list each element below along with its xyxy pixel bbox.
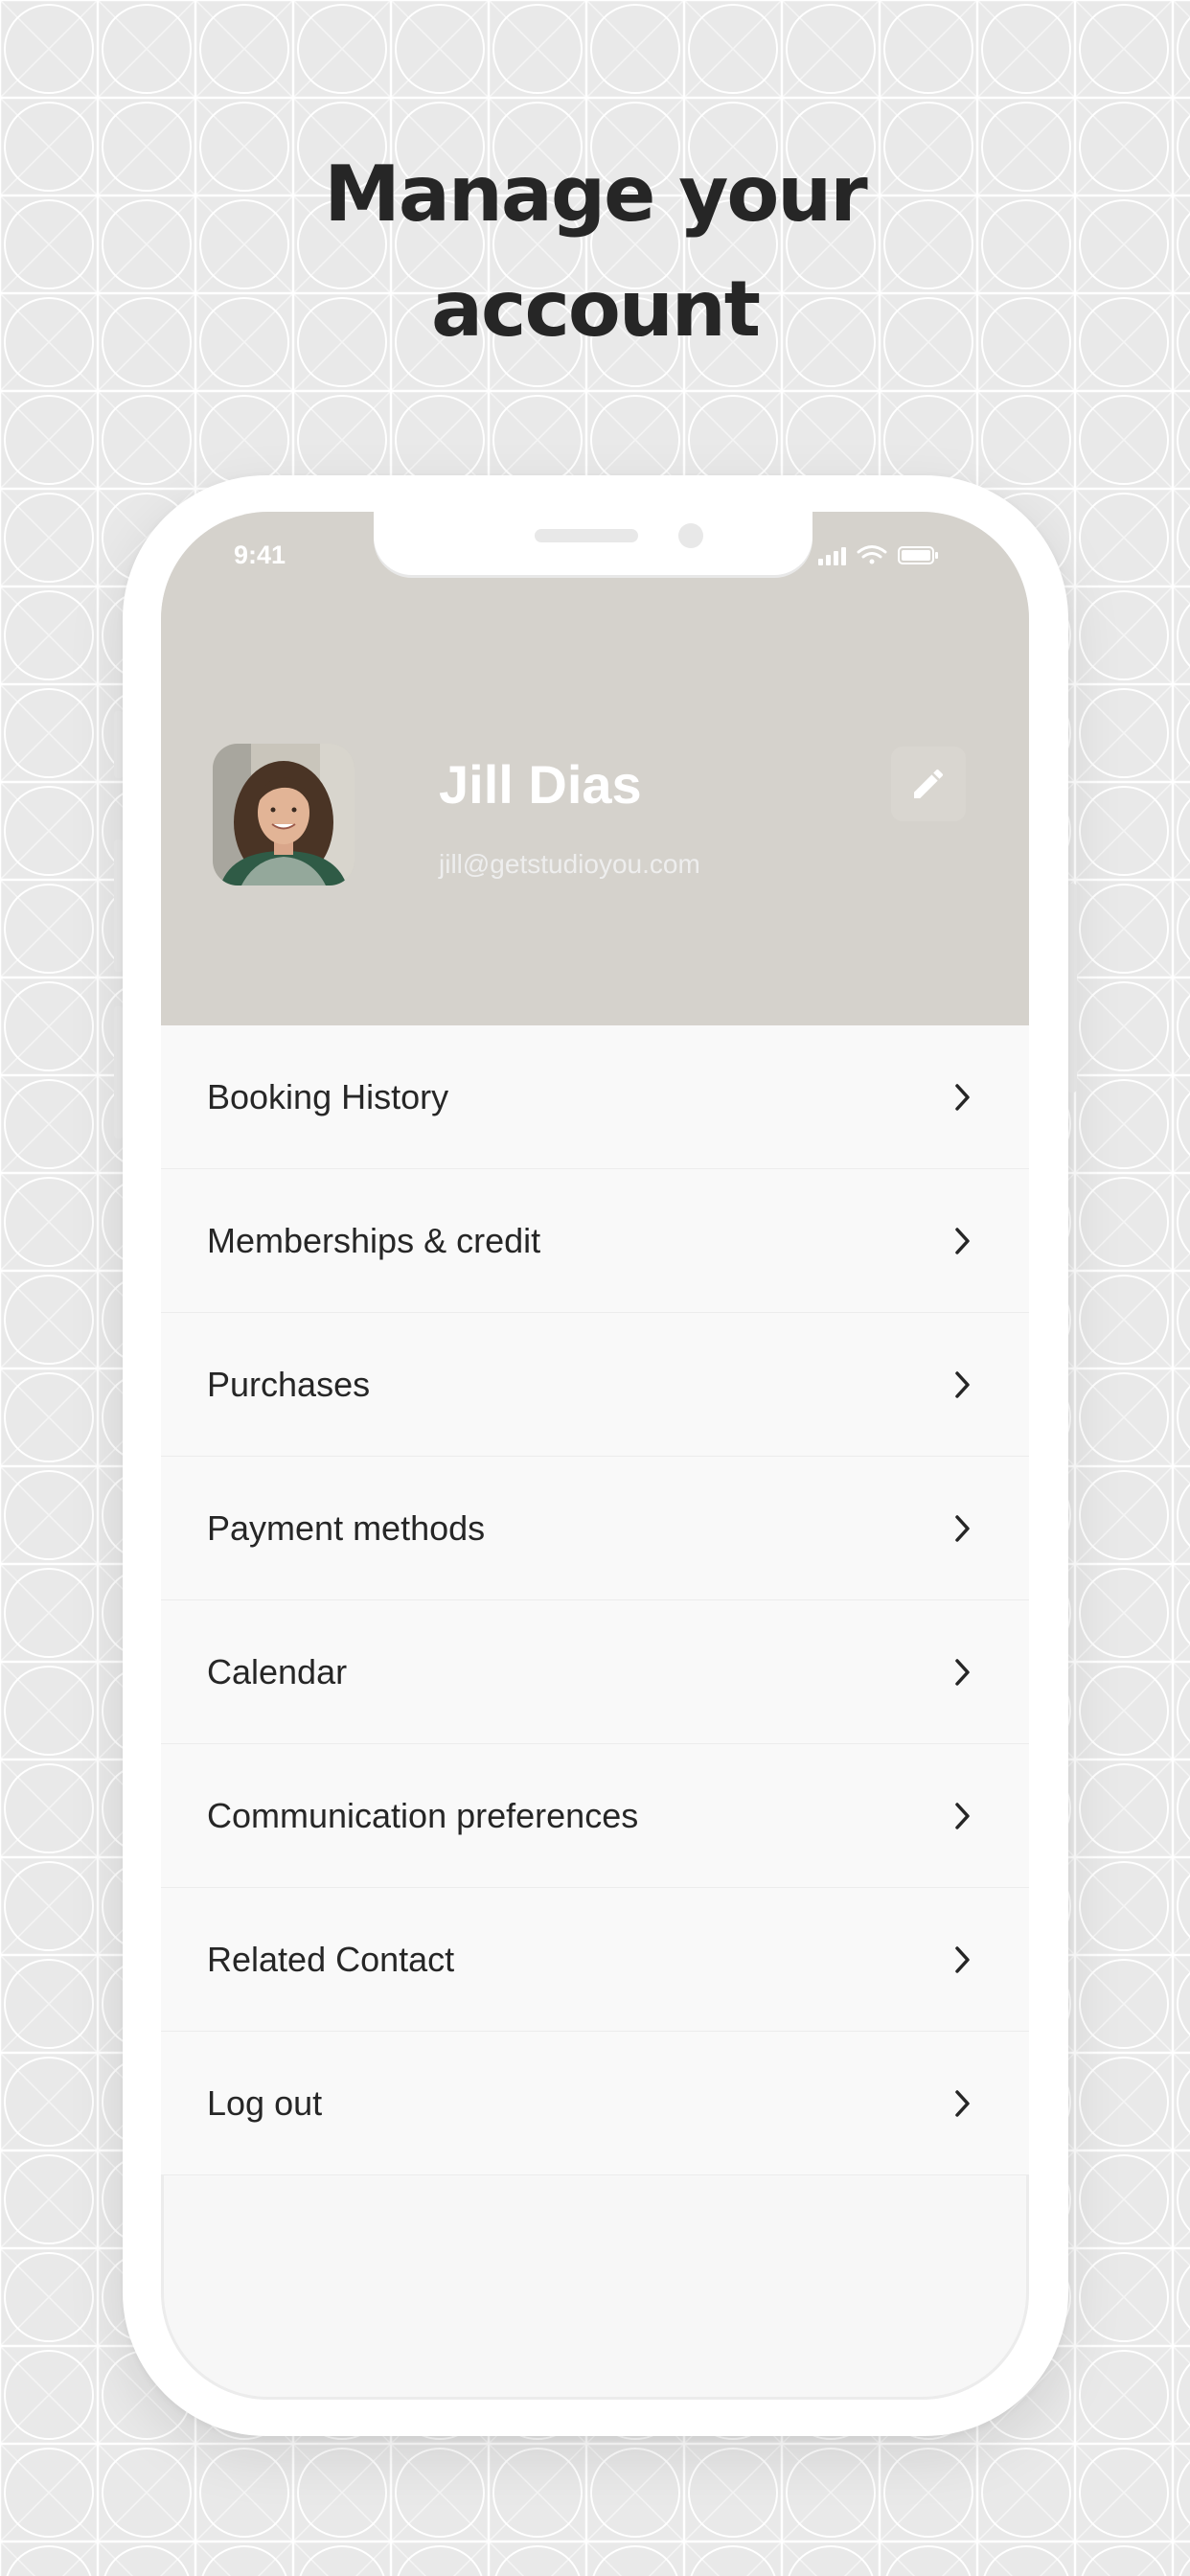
menu-item-log-out[interactable]: Log out [161,2032,1029,2175]
avatar[interactable] [213,744,355,886]
account-menu: Booking History Memberships & credit Pur… [161,1025,1029,2175]
menu-item-label: Log out [207,2083,323,2123]
status-time: 9:41 [234,540,286,569]
chevron-right-icon [955,1084,970,1111]
menu-item-memberships-credit[interactable]: Memberships & credit [161,1169,1029,1313]
chevron-right-icon [955,1228,970,1254]
edit-profile-button[interactable] [891,747,966,821]
battery-icon [898,546,938,564]
menu-item-purchases[interactable]: Purchases [161,1313,1029,1457]
chevron-right-icon [955,1371,970,1398]
headline-line-2: account [431,264,761,354]
chevron-right-icon [955,1803,970,1829]
menu-item-label: Memberships & credit [207,1221,541,1260]
menu-item-label: Related Contact [207,1940,455,1979]
user-name: Jill Dias [439,754,642,815]
chevron-right-icon [955,1515,970,1542]
portrait-photo [213,744,355,886]
pencil-icon [914,769,944,798]
chevron-right-icon [955,1946,970,1973]
chevron-right-icon [955,1659,970,1686]
phone-notch [374,512,812,575]
profile-header: 9:41 Jill Dias jill@getstudioyou.com [161,512,1029,1025]
menu-item-label: Booking History [207,1077,449,1116]
wifi-icon [857,545,887,564]
menu-item-calendar[interactable]: Calendar [161,1600,1029,1744]
menu-item-booking-history[interactable]: Booking History [161,1025,1029,1169]
speaker-grille [535,529,638,542]
menu-item-related-contact[interactable]: Related Contact [161,1888,1029,2032]
chevron-right-icon [955,2090,970,2117]
menu-item-label: Communication preferences [207,1796,639,1835]
menu-item-label: Purchases [207,1365,371,1404]
front-camera [678,523,703,548]
phone-screen: 9:41 Jill Dias jill@getstudioyou.com Boo… [161,512,1029,2400]
status-icons [818,545,938,565]
phone-power-button [1067,884,1077,1092]
menu-item-label: Calendar [207,1652,348,1691]
menu-item-label: Payment methods [207,1508,486,1548]
menu-item-communication-preferences[interactable]: Communication preferences [161,1744,1029,1888]
user-email: jill@getstudioyou.com [439,849,700,879]
headline-line-1: Manage your [324,150,867,239]
signal-icon [818,547,846,565]
menu-item-payment-methods[interactable]: Payment methods [161,1457,1029,1600]
phone-frame: 9:41 Jill Dias jill@getstudioyou.com Boo… [123,475,1068,2436]
